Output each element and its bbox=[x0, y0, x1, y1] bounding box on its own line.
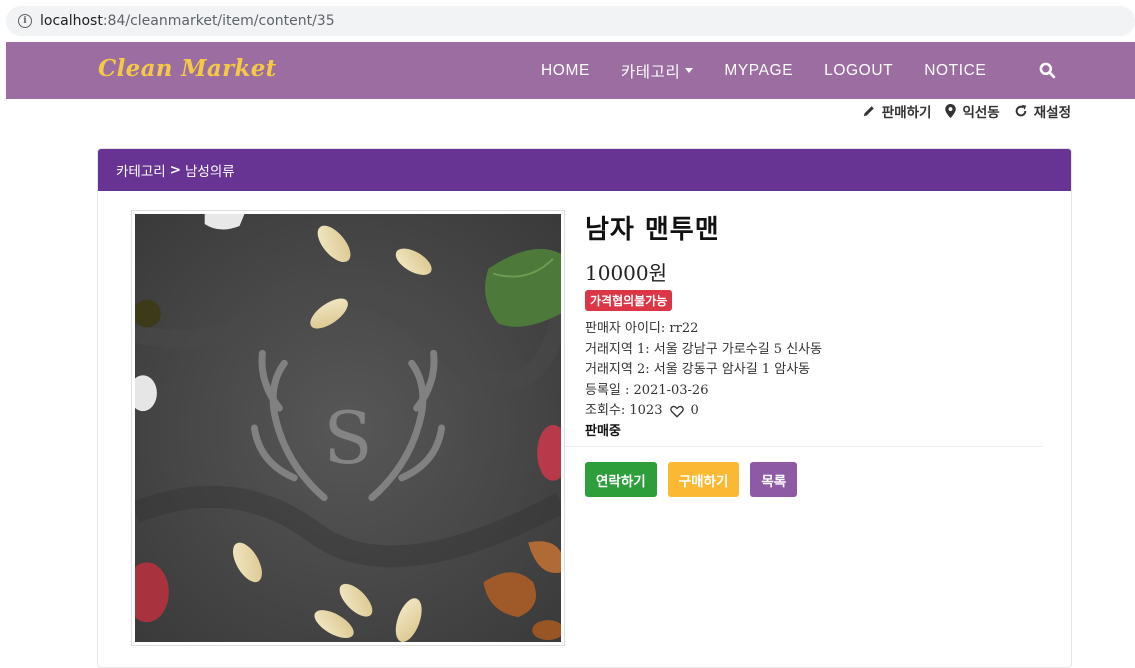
sell-link[interactable]: 판매하기 bbox=[862, 101, 932, 121]
views-likes-row: 조회수: 1023 0 bbox=[585, 401, 1043, 422]
location-link[interactable]: 익선동 bbox=[945, 101, 1000, 121]
sell-label: 판매하기 bbox=[881, 105, 932, 121]
buy-button[interactable]: 구매하기 bbox=[667, 462, 740, 497]
trade-area-2: 거래지역 2: 서울 강동구 암사길 1 암사동 bbox=[585, 362, 811, 377]
product-meta: 판매자 아이디: rr22 거래지역 1: 서울 강남구 가로수길 5 신사동 … bbox=[585, 319, 1043, 442]
product-info: 남자 맨투맨 10000원 가격협의불가능 판매자 아이디: rr22 거래지역… bbox=[585, 209, 1043, 442]
register-date: 등록일 : 2021-03-26 bbox=[585, 382, 709, 398]
product-price: 10000원 bbox=[585, 261, 668, 285]
map-marker-icon bbox=[945, 104, 957, 118]
product-title: 남자 맨투맨 bbox=[585, 215, 720, 245]
search-icon[interactable] bbox=[1039, 62, 1056, 79]
nav-notice[interactable]: NOTICE bbox=[924, 62, 986, 80]
nav-category-label: 카테고리 bbox=[620, 63, 681, 81]
site-info-icon[interactable]: i bbox=[18, 14, 32, 28]
url-host: localhost bbox=[40, 13, 103, 29]
address-bar[interactable]: i localhost:84/cleanmarket/item/content/… bbox=[6, 6, 1135, 36]
url-path: :84/cleanmarket/item/content/35 bbox=[102, 13, 335, 29]
nav-mypage[interactable]: MYPAGE bbox=[724, 62, 793, 80]
reset-location-link[interactable]: 재설정 bbox=[1014, 101, 1071, 121]
info-divider bbox=[565, 446, 1043, 447]
sale-status: 판매중 bbox=[585, 423, 621, 439]
brand-logo[interactable]: Clean Market bbox=[98, 55, 277, 82]
chevron-down-icon bbox=[685, 68, 694, 73]
nav-home[interactable]: HOME bbox=[541, 62, 590, 80]
nav-category-dropdown[interactable]: 카테고리 bbox=[620, 60, 694, 82]
heart-icon[interactable] bbox=[670, 405, 685, 418]
seller-id: 판매자 아이디: rr22 bbox=[585, 321, 699, 336]
top-navbar: Clean Market HOME 카테고리 MYPAGE LOGOUT NOT… bbox=[6, 42, 1135, 99]
view-count: 조회수: 1023 bbox=[585, 403, 663, 418]
list-button[interactable]: 목록 bbox=[750, 462, 798, 497]
nav-logout[interactable]: LOGOUT bbox=[824, 62, 893, 80]
action-buttons: 연락하기 구매하기 목록 bbox=[585, 462, 808, 497]
pencil-icon bbox=[863, 106, 874, 117]
reset-label: 재설정 bbox=[1033, 105, 1071, 121]
redo-icon bbox=[1015, 104, 1027, 117]
breadcrumb-category[interactable]: 카테고리 bbox=[116, 160, 166, 180]
contact-button[interactable]: 연락하기 bbox=[585, 462, 657, 497]
location-label: 익선동 bbox=[962, 105, 1000, 121]
nav-links: HOME 카테고리 MYPAGE LOGOUT NOTICE bbox=[541, 42, 1017, 99]
product-photo: S bbox=[135, 214, 561, 642]
photo-monogram: S bbox=[323, 396, 372, 480]
product-card: 카테고리 > 남성의류 S 남자 맨투맨 10000원 가격협의불가능 판매자 … bbox=[97, 148, 1072, 668]
product-image[interactable]: S bbox=[131, 210, 565, 646]
breadcrumb-subcategory[interactable]: 남성의류 bbox=[185, 160, 235, 180]
breadcrumb-separator: > bbox=[169, 162, 181, 178]
like-count: 0 bbox=[690, 403, 699, 418]
breadcrumb: 카테고리 > 남성의류 bbox=[98, 149, 1071, 191]
price-negotiation-badge: 가격협의불가능 bbox=[585, 290, 673, 311]
trade-area-1: 거래지역 1: 서울 강남구 가로수길 5 신사동 bbox=[585, 341, 823, 357]
user-actions-bar: 판매하기 익선동 재설정 bbox=[848, 101, 1071, 121]
